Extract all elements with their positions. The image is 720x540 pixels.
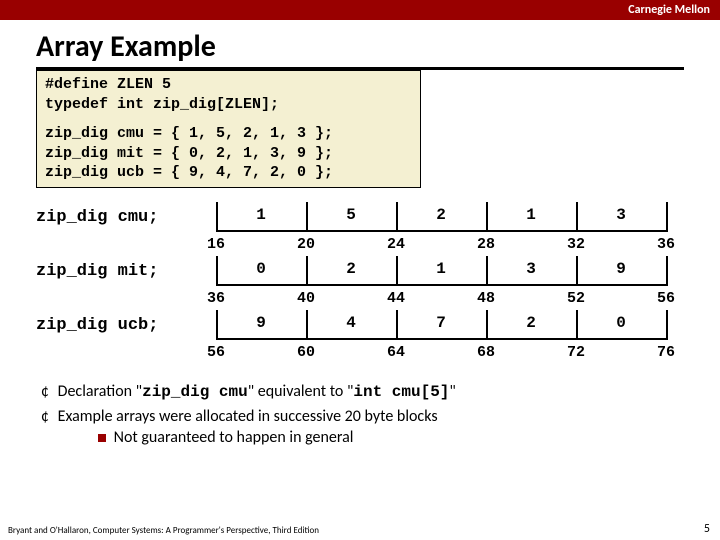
- array-address: 44: [381, 290, 411, 307]
- array-cell-value: 0: [216, 260, 306, 278]
- slide-content: Array Example #define ZLEN 5 typedef int…: [0, 20, 720, 447]
- bullet-item: ¢ Example arrays were allocated in succe…: [36, 407, 684, 447]
- array-diagrams: zip_dig cmu;15213162024283236zip_dig mit…: [36, 202, 684, 364]
- array-address: 36: [201, 290, 231, 307]
- array-cell-value: 5: [306, 206, 396, 224]
- array-cell-value: 2: [486, 314, 576, 332]
- array-cell-value: 1: [216, 206, 306, 224]
- array-address: 72: [561, 344, 591, 361]
- array-cell-value: 0: [576, 314, 666, 332]
- array-address: 56: [651, 290, 681, 307]
- array-row: zip_dig mit; 02139 36 40 44 48 52 56: [36, 256, 684, 310]
- tick: [666, 310, 668, 340]
- bullet-text: Declaration ": [58, 382, 142, 401]
- tick: [666, 202, 668, 232]
- array-cell-value: 2: [306, 260, 396, 278]
- page-number: 5: [704, 522, 710, 536]
- top-bar: Carnegie Mellon: [0, 0, 720, 20]
- array-cell-value: 4: [306, 314, 396, 332]
- array-address: 36: [651, 236, 681, 253]
- array-cell-value: 2: [396, 206, 486, 224]
- slide-title: Array Example: [36, 28, 684, 70]
- array-cell-value: 7: [396, 314, 486, 332]
- array-cell-value: 3: [576, 206, 666, 224]
- bullet-list: ¢ Declaration "zip_dig cmu" equivalent t…: [36, 382, 684, 447]
- array-address: 76: [651, 344, 681, 361]
- array-row: zip_dig ucb;94720566064687276: [36, 310, 684, 364]
- square-bullet-icon: [98, 434, 106, 442]
- footer-citation: Bryant and O'Hallaron, Computer Systems:…: [8, 525, 319, 536]
- code-line: zip_dig cmu = { 1, 5, 2, 1, 3 };: [45, 124, 412, 144]
- tick: [666, 256, 668, 286]
- array-address: 64: [381, 344, 411, 361]
- code-line: typedef int zip_dig[ZLEN];: [45, 95, 412, 115]
- array-row: zip_dig cmu;15213162024283236: [36, 202, 684, 256]
- bullet-icon: ¢: [36, 407, 54, 426]
- code-inline: zip_dig cmu: [142, 383, 248, 401]
- array-address: 20: [291, 236, 321, 253]
- array-label: zip_dig mit;: [36, 262, 158, 281]
- array-diagram: 15213162024283236: [216, 202, 666, 252]
- array-diagram: 94720566064687276: [216, 310, 666, 360]
- array-cell-value: 9: [216, 314, 306, 332]
- code-box: #define ZLEN 5 typedef int zip_dig[ZLEN]…: [36, 70, 421, 188]
- array-diagram: 02139364044485256: [216, 256, 666, 306]
- code-line: zip_dig mit = { 0, 2, 1, 3, 9 };: [45, 144, 412, 164]
- array-label: zip_dig ucb;: [36, 316, 158, 335]
- org-label: Carnegie Mellon: [628, 3, 710, 17]
- array-address: 32: [561, 236, 591, 253]
- bullet-text: ": [449, 382, 455, 401]
- bullet-icon: ¢: [36, 382, 54, 401]
- bullet-text: Example arrays were allocated in success…: [58, 407, 438, 426]
- array-cell-value: 3: [486, 260, 576, 278]
- sub-bullet-item: Not guaranteed to happen in general: [98, 428, 658, 447]
- array-address: 52: [561, 290, 591, 307]
- code-inline: int cmu[5]: [353, 383, 449, 401]
- sub-bullet-text: Not guaranteed to happen in general: [114, 428, 354, 447]
- code-line: #define ZLEN 5: [45, 75, 412, 95]
- array-address: 40: [291, 290, 321, 307]
- array-address: 24: [381, 236, 411, 253]
- array-address: 28: [471, 236, 501, 253]
- array-cell-value: 1: [486, 206, 576, 224]
- bullet-item: ¢ Declaration "zip_dig cmu" equivalent t…: [36, 382, 684, 401]
- array-address: 56: [201, 344, 231, 361]
- array-address: 16: [201, 236, 231, 253]
- array-label: zip_dig cmu;: [36, 208, 158, 227]
- bullet-text: " equivalent to ": [248, 382, 354, 401]
- array-address: 60: [291, 344, 321, 361]
- array-address: 48: [471, 290, 501, 307]
- array-cell-value: 1: [396, 260, 486, 278]
- code-line: zip_dig ucb = { 9, 4, 7, 2, 0 };: [45, 163, 412, 183]
- array-cell-value: 9: [576, 260, 666, 278]
- array-address: 68: [471, 344, 501, 361]
